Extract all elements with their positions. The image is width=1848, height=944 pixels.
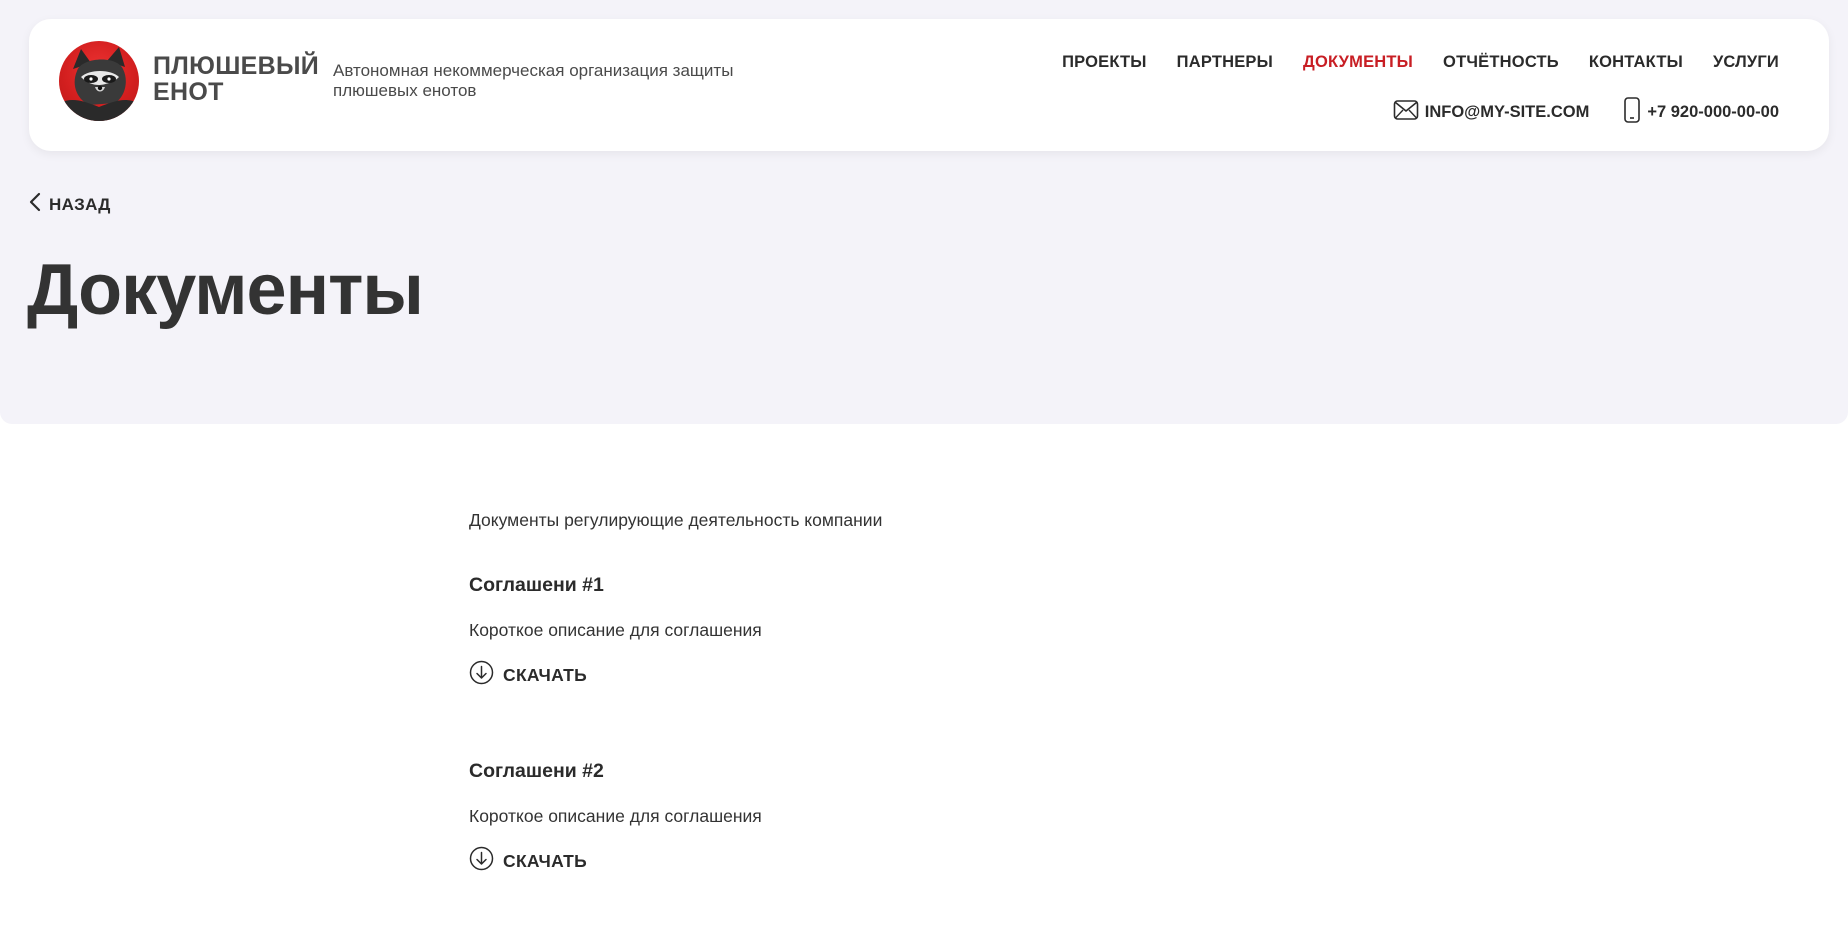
download-label: СКАЧАТЬ (503, 664, 588, 685)
documents-content: Документы регулирующие деятельность комп… (469, 508, 1369, 944)
download-icon (469, 660, 494, 690)
download-button[interactable]: СКАЧАТЬ (469, 660, 587, 690)
download-label: СКАЧАТЬ (503, 850, 588, 871)
email-link[interactable]: INFO@MY-SITE.COM (1393, 99, 1590, 126)
raccoon-logo-icon[interactable] (59, 41, 139, 121)
header-contacts: INFO@MY-SITE.COM +7 920-000-00-00 (1393, 97, 1779, 128)
download-icon (469, 846, 494, 876)
nav-item-projects[interactable]: ПРОЕКТЫ (1062, 53, 1147, 72)
nav-item-contacts[interactable]: КОНТАКТЫ (1589, 53, 1683, 72)
document-item: Соглашени #1 Короткое описание для согла… (469, 572, 1369, 690)
site-header: ПЛЮШЕВЫЙ ЕНОТ Автономная некоммерческая … (29, 19, 1829, 151)
document-title: Соглашени #1 (469, 574, 604, 596)
back-label: НАЗАД (49, 194, 111, 214)
document-item: Соглашени #2 Короткое описание для согла… (469, 758, 1369, 876)
page-title: Документы (27, 250, 424, 330)
phone-text: +7 920-000-00-00 (1647, 103, 1779, 121)
chevron-left-icon (29, 192, 41, 217)
phone-link[interactable]: +7 920-000-00-00 (1623, 97, 1779, 128)
nav-item-services[interactable]: УСЛУГИ (1713, 53, 1779, 72)
main-nav: ПРОЕКТЫ ПАРТНЕРЫ ДОКУМЕНТЫ ОТЧЁТНОСТЬ КО… (1062, 53, 1779, 72)
download-button[interactable]: СКАЧАТЬ (469, 846, 587, 876)
brand-name[interactable]: ПЛЮШЕВЫЙ ЕНОТ (153, 53, 323, 105)
nav-item-reports[interactable]: ОТЧЁТНОСТЬ (1443, 53, 1559, 72)
document-description: Короткое описание для соглашения (469, 620, 762, 640)
back-button[interactable]: НАЗАД (29, 192, 111, 217)
hero-section: ПЛЮШЕВЫЙ ЕНОТ Автономная некоммерческая … (0, 0, 1848, 424)
email-text: INFO@MY-SITE.COM (1424, 103, 1590, 121)
phone-icon (1623, 97, 1641, 128)
page-intro: Документы регулирующие деятельность комп… (469, 510, 883, 530)
document-description: Короткое описание для соглашения (469, 806, 762, 826)
nav-item-partners[interactable]: ПАРТНЕРЫ (1177, 53, 1273, 72)
nav-item-documents[interactable]: ДОКУМЕНТЫ (1303, 53, 1413, 72)
brand-description: Автономная некоммерческая организация за… (333, 61, 734, 100)
document-title: Соглашени #2 (469, 760, 604, 782)
mail-icon (1393, 99, 1419, 126)
